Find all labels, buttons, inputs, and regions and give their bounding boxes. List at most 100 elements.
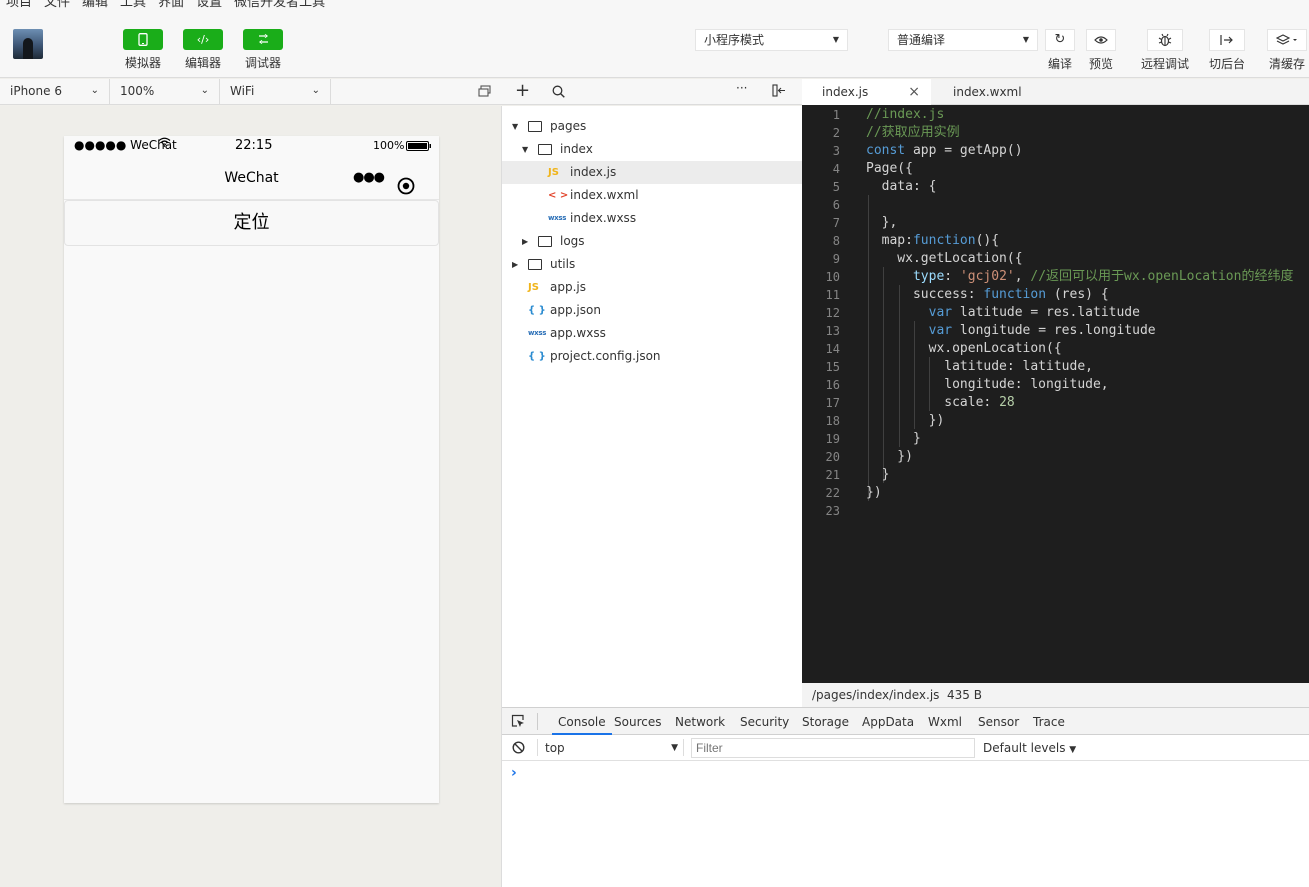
file-tree-item-label: index.js	[570, 165, 617, 179]
compile-button[interactable]: ↻ 编译	[1040, 29, 1080, 72]
devtools-tab-console[interactable]: Console	[552, 708, 612, 735]
tab-label: index.js	[822, 85, 869, 99]
js-file-icon: JS	[548, 167, 559, 178]
chevron-down-icon[interactable]: ▼	[522, 138, 528, 161]
clear-cache-button[interactable]: 清缓存	[1265, 29, 1309, 72]
more-dots-icon[interactable]: ●●●	[353, 156, 385, 200]
battery-percent: 100%	[373, 139, 405, 152]
code-text: })	[866, 484, 882, 502]
code-text: }	[866, 466, 890, 484]
debugger-button[interactable]: 调试器	[243, 29, 283, 71]
switch-background-icon	[1209, 29, 1245, 51]
devtools-tab-security[interactable]: Security	[740, 708, 789, 735]
compile-label: 编译	[1047, 57, 1072, 71]
code-token: latitude: latitude,	[866, 359, 1093, 374]
console-filter-input[interactable]	[691, 738, 975, 758]
file-tree-item[interactable]: JS index.js	[502, 161, 802, 184]
file-tree-item[interactable]: wxss app.wxss	[502, 322, 802, 345]
clear-cache-label: 清缓存	[1268, 57, 1305, 71]
code-token: })	[866, 449, 913, 464]
devtools-tab-storage[interactable]: Storage	[802, 708, 849, 735]
chevron-down-icon[interactable]: ▼	[512, 115, 518, 138]
devtools-tab-sensor[interactable]: Sensor	[978, 708, 1019, 735]
more-icon[interactable]: ···	[736, 81, 747, 95]
compile-select[interactable]: 普通编译 ▼	[888, 29, 1038, 51]
code-line: 17 scale: 28	[802, 394, 1309, 412]
preview-button[interactable]: 预览	[1081, 29, 1121, 72]
inspect-element-icon[interactable]	[511, 714, 525, 731]
line-number: 14	[825, 342, 840, 356]
avatar[interactable]	[13, 29, 43, 59]
devtools-tab-trace[interactable]: Trace	[1033, 708, 1065, 735]
zoom-select[interactable]: 100% ⌄	[110, 79, 220, 104]
code-text: const app = getApp()	[866, 142, 1023, 160]
menu-file[interactable]: 文件	[44, 0, 70, 11]
editor-button[interactable]: ‹/› 编辑器	[183, 29, 223, 71]
menu-view[interactable]: 界面	[158, 0, 184, 11]
simulator-button[interactable]: 模拟器	[123, 29, 163, 71]
search-icon[interactable]	[552, 85, 565, 101]
console-output[interactable]: ›	[502, 761, 1309, 887]
file-tree-item[interactable]: wxss index.wxss	[502, 207, 802, 230]
file-tree-item[interactable]: ▼ index	[502, 138, 802, 161]
line-number: 17	[825, 396, 840, 410]
code-line: 3 const app = getApp()	[802, 142, 1309, 160]
tab-index-wxml[interactable]: index.wxml	[933, 79, 1073, 105]
context-select[interactable]: top ▼	[545, 738, 678, 758]
code-token: 'gcj02'	[959, 269, 1015, 284]
devtools-tab-network[interactable]: Network	[675, 708, 725, 735]
code-text: wx.openLocation({	[866, 340, 1062, 358]
file-tree-item[interactable]: JS app.js	[502, 276, 802, 299]
collapse-panel-icon[interactable]	[772, 84, 786, 100]
code-text: wx.getLocation({	[866, 250, 1023, 268]
devtools-tab-wxml[interactable]: Wxml	[928, 708, 962, 735]
remote-debug-button[interactable]: 远程调试	[1137, 29, 1193, 72]
file-tree-item[interactable]: ▶ utils	[502, 253, 802, 276]
code-token: data: {	[866, 179, 937, 194]
file-tree-item[interactable]: < > index.wxml	[502, 184, 802, 207]
code-token: wx.getLocation({	[866, 251, 1023, 266]
file-tree-item-label: pages	[550, 119, 587, 133]
divider	[537, 739, 538, 756]
code-text: type: 'gcj02', //返回可以用于wx.openLocation的经…	[866, 268, 1293, 286]
code-line: 7 },	[802, 214, 1309, 232]
menu-tools[interactable]: 工具	[120, 0, 146, 11]
code-editor[interactable]: 1 //index.js 2 //获取应用实例 3 const app = getApp(…	[802, 105, 1309, 683]
line-number: 4	[832, 162, 840, 176]
devtools-tab-sources[interactable]: Sources	[614, 708, 661, 735]
clear-console-icon[interactable]	[512, 741, 525, 757]
background-button[interactable]: 切后台	[1205, 29, 1249, 72]
file-tree-item[interactable]: ▶ logs	[502, 230, 802, 253]
menu-settings[interactable]: 设置	[196, 0, 222, 11]
device-select[interactable]: iPhone 6 ⌄	[0, 79, 110, 104]
menu-project[interactable]: 项目	[6, 0, 32, 11]
mode-select[interactable]: 小程序模式 ▼	[695, 29, 848, 51]
chevron-right-icon[interactable]: ▶	[522, 230, 528, 253]
code-token: })	[866, 485, 882, 500]
chevron-right-icon[interactable]: ▶	[512, 253, 518, 276]
menu-edit[interactable]: 编辑	[82, 0, 108, 11]
tab-index-js[interactable]: index.js ×	[802, 79, 931, 105]
eye-icon	[1086, 29, 1116, 51]
nav-title: WeChat	[224, 170, 279, 186]
code-token: //返回可以用于wx.openLocation的经纬度	[1030, 269, 1294, 284]
file-tree-item[interactable]: { } app.json	[502, 299, 802, 322]
add-file-icon[interactable]: +	[515, 80, 530, 101]
code-text: })	[866, 448, 913, 466]
line-number: 9	[832, 252, 840, 266]
chevron-down-icon: ⌄	[90, 85, 99, 96]
file-tree-item[interactable]: ▼ pages	[502, 115, 802, 138]
network-select[interactable]: WiFi ⌄	[220, 79, 331, 104]
file-tree-item[interactable]: { } project.config.json	[502, 345, 802, 368]
locate-button[interactable]: 定位	[64, 200, 439, 246]
caret-down-icon: ▼	[1069, 745, 1077, 755]
code-token: var	[928, 323, 953, 338]
menu-app-name[interactable]: 微信开发者工具	[234, 0, 325, 11]
line-number: 3	[832, 144, 840, 158]
detach-window-icon[interactable]	[478, 85, 491, 100]
log-levels-select[interactable]: Default levels ▼	[983, 738, 1076, 758]
simulator-toolbar: iPhone 6 ⌄ 100% ⌄ WiFi ⌄	[0, 79, 502, 105]
close-icon[interactable]: ×	[908, 79, 920, 105]
devtools-tab-appdata[interactable]: AppData	[862, 708, 914, 735]
